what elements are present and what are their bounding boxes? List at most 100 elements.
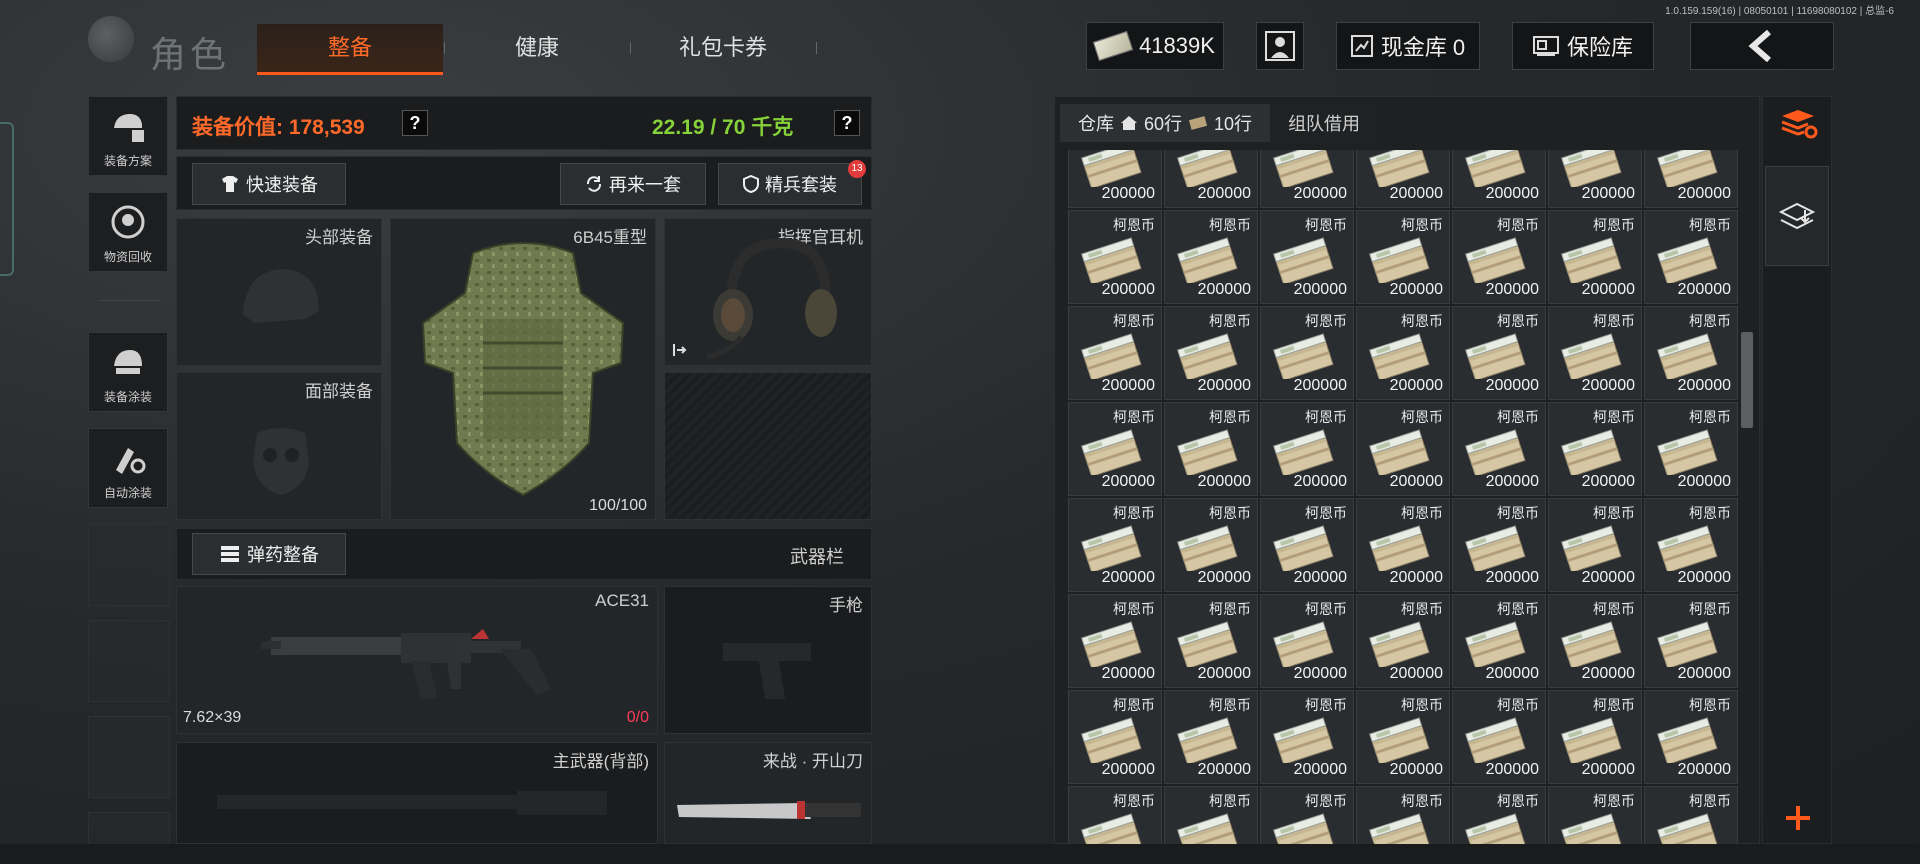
inventory-cell[interactable]: 柯恩币200000 <box>1644 786 1738 844</box>
inventory-cell[interactable]: 柯恩币200000 <box>1356 150 1450 208</box>
inventory-cell[interactable]: 柯恩币200000 <box>1068 594 1162 688</box>
inventory-cell[interactable]: 柯恩币200000 <box>1548 498 1642 592</box>
primary-weapon-caliber: 7.62×39 <box>183 709 242 726</box>
inventory-cell[interactable]: 柯恩币200000 <box>1068 786 1162 844</box>
inventory-cell[interactable]: 柯恩币200000 <box>1452 210 1546 304</box>
inventory-cell[interactable]: 柯恩币200000 <box>1644 150 1738 208</box>
inventory-cell[interactable]: 柯恩币200000 <box>1356 402 1450 496</box>
inventory-cell[interactable]: 柯恩币200000 <box>1164 786 1258 844</box>
inventory-cell[interactable]: 柯恩币200000 <box>1644 690 1738 784</box>
cash-stack-icon <box>1657 429 1718 475</box>
body-armor-slot[interactable]: 6B45重型 100/100 <box>390 218 656 520</box>
inventory-cell[interactable]: 柯恩币200000 <box>1356 210 1450 304</box>
inventory-cell[interactable]: 柯恩币200000 <box>1548 690 1642 784</box>
sidebar-item-gear-paint[interactable]: 装备涂装 <box>88 332 168 412</box>
back-button[interactable] <box>1690 22 1834 70</box>
sidebar-item-recycle[interactable]: 物资回收 <box>88 192 168 272</box>
ammo-prepare-button[interactable]: 弹药整备 <box>192 533 346 575</box>
headset-slot[interactable]: 指挥官耳机 <box>664 218 872 366</box>
elite-set-button[interactable]: 精兵套装 <box>718 163 862 205</box>
inventory-cell[interactable]: 柯恩币200000 <box>1548 786 1642 844</box>
inventory-cell[interactable]: 柯恩币200000 <box>1260 210 1354 304</box>
equip-again-button[interactable]: 再来一套 <box>560 163 706 205</box>
inventory-cell[interactable]: 柯恩币200000 <box>1260 306 1354 400</box>
sort-button[interactable] <box>1772 104 1824 144</box>
sidebar-item-loadout-plan[interactable]: 装备方案 <box>88 96 168 176</box>
pistol-slot[interactable]: 手枪 <box>664 586 872 734</box>
item-name: 柯恩币 <box>1689 313 1731 329</box>
inventory-cell[interactable]: 柯恩币200000 <box>1356 498 1450 592</box>
inventory-cell[interactable]: 柯恩币200000 <box>1260 498 1354 592</box>
inventory-cell[interactable]: 柯恩币200000 <box>1068 690 1162 784</box>
inventory-cell[interactable]: 柯恩币200000 <box>1644 594 1738 688</box>
inventory-cell[interactable]: 柯恩币200000 <box>1356 594 1450 688</box>
tab-warehouse[interactable]: 仓库 60行 10行 <box>1060 104 1271 142</box>
inventory-cell[interactable]: 柯恩币200000 <box>1644 498 1738 592</box>
gear-value-help-button[interactable]: ? <box>402 110 428 136</box>
quick-store-button[interactable] <box>1765 166 1829 266</box>
item-value: 200000 <box>1677 473 1731 490</box>
inventory-cell[interactable]: 柯恩币200000 <box>1452 306 1546 400</box>
inventory-cell[interactable]: 柯恩币200000 <box>1164 306 1258 400</box>
inventory-cell[interactable]: 柯恩币200000 <box>1452 150 1546 208</box>
currency-display[interactable]: 41839K <box>1086 22 1224 70</box>
inventory-cell[interactable]: 柯恩币200000 <box>1260 786 1354 844</box>
tab-health[interactable]: 健康 <box>444 24 630 72</box>
inventory-cell[interactable]: 柯恩币200000 <box>1068 150 1162 208</box>
side-drawer-handle[interactable] <box>0 122 14 276</box>
inventory-cell[interactable]: 柯恩币200000 <box>1068 498 1162 592</box>
back-weapon-slot[interactable]: 主武器(背部) <box>176 742 658 844</box>
weight-help-button[interactable]: ? <box>834 110 860 136</box>
inventory-cell[interactable]: 柯恩币200000 <box>1356 306 1450 400</box>
inventory-cell[interactable]: 柯恩币200000 <box>1164 402 1258 496</box>
currency-amount: 41839K <box>1139 33 1215 58</box>
inventory-cell[interactable]: 柯恩币200000 <box>1164 150 1258 208</box>
item-value: 200000 <box>1101 473 1155 490</box>
inventory-cell[interactable]: 柯恩币200000 <box>1260 150 1354 208</box>
cash-stack-icon <box>1177 237 1238 283</box>
inventory-cell[interactable]: 柯恩币200000 <box>1644 306 1738 400</box>
face-gear-slot[interactable]: 面部装备 <box>176 372 382 520</box>
item-value: 200000 <box>1101 281 1155 298</box>
safe-vault-button[interactable]: 保险库 <box>1512 22 1654 70</box>
inventory-cell[interactable]: 柯恩币200000 <box>1068 402 1162 496</box>
inventory-cell[interactable]: 柯恩币200000 <box>1068 210 1162 304</box>
inventory-cell[interactable]: 柯恩币200000 <box>1164 210 1258 304</box>
inventory-cell[interactable]: 柯恩币200000 <box>1452 786 1546 844</box>
character-logo-icon <box>88 16 134 62</box>
inventory-scrollbar[interactable] <box>1741 332 1753 428</box>
sidebar-item-auto-paint[interactable]: 自动涂装 <box>88 428 168 508</box>
inventory-cell[interactable]: 柯恩币200000 <box>1548 306 1642 400</box>
inventory-cell[interactable]: 柯恩币200000 <box>1260 690 1354 784</box>
tab-team-borrow[interactable]: 组队借用 <box>1270 104 1379 142</box>
inventory-cell[interactable]: 柯恩币200000 <box>1260 594 1354 688</box>
inventory-cell[interactable]: 柯恩币200000 <box>1548 210 1642 304</box>
inventory-cell[interactable]: 柯恩币200000 <box>1548 150 1642 208</box>
ammo-icon <box>221 546 239 562</box>
inventory-cell[interactable]: 柯恩币200000 <box>1164 594 1258 688</box>
head-gear-slot[interactable]: 头部装备 <box>176 218 382 366</box>
cash-vault-button[interactable]: 现金库 0 <box>1336 22 1480 70</box>
inventory-cell[interactable]: 柯恩币200000 <box>1164 690 1258 784</box>
item-name: 柯恩币 <box>1689 601 1731 617</box>
inventory-cell[interactable]: 柯恩币200000 <box>1452 402 1546 496</box>
inventory-cell[interactable]: 柯恩币200000 <box>1452 498 1546 592</box>
inventory-cell[interactable]: 柯恩币200000 <box>1548 594 1642 688</box>
inventory-cell[interactable]: 柯恩币200000 <box>1644 210 1738 304</box>
inventory-cell[interactable]: 柯恩币200000 <box>1356 786 1450 844</box>
inventory-cell[interactable]: 柯恩币200000 <box>1548 402 1642 496</box>
primary-weapon-slot[interactable]: ACE31 7.62×39 0/0 <box>176 586 658 734</box>
inventory-cell[interactable]: 柯恩币200000 <box>1452 594 1546 688</box>
inventory-cell[interactable]: 柯恩币200000 <box>1644 402 1738 496</box>
tab-gift-cards[interactable]: 礼包卡券 <box>630 24 816 72</box>
inventory-cell[interactable]: 柯恩币200000 <box>1068 306 1162 400</box>
inventory-cell[interactable]: 柯恩币200000 <box>1356 690 1450 784</box>
expand-storage-button[interactable] <box>1772 796 1824 840</box>
operator-button[interactable] <box>1256 22 1304 70</box>
tab-prepare[interactable]: 整备 <box>257 24 443 75</box>
inventory-cell[interactable]: 柯恩币200000 <box>1164 498 1258 592</box>
inventory-cell[interactable]: 柯恩币200000 <box>1452 690 1546 784</box>
quick-equip-button[interactable]: 快速装备 <box>192 163 346 205</box>
inventory-cell[interactable]: 柯恩币200000 <box>1260 402 1354 496</box>
melee-weapon-slot[interactable]: 来战 · 开山刀 <box>664 742 872 844</box>
